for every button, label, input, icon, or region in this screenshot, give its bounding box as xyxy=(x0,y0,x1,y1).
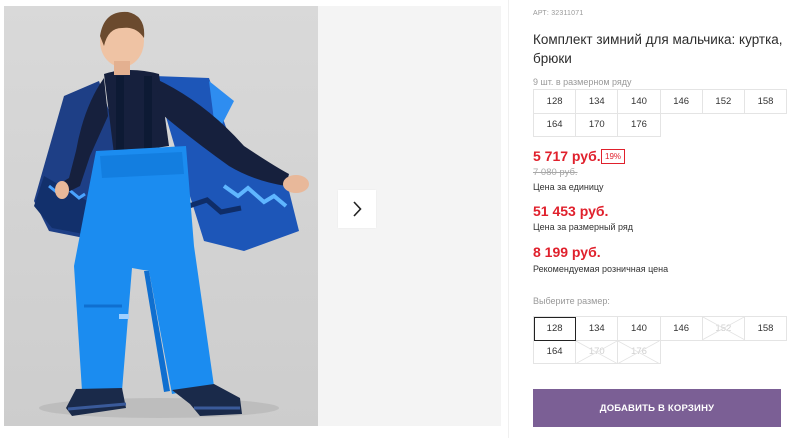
size-option-152: 152 xyxy=(702,317,745,341)
size-option-134[interactable]: 134 xyxy=(576,317,619,341)
product-photo xyxy=(4,6,318,426)
size-option-label: 140 xyxy=(631,322,647,334)
unavailable-cross-icon xyxy=(702,317,744,340)
row-price-label: Цена за размерный ряд xyxy=(533,222,634,232)
add-to-cart-button[interactable]: ДОБАВИТЬ В КОРЗИНУ xyxy=(533,389,781,427)
pack-size-cell: 158 xyxy=(744,90,788,114)
size-option-146[interactable]: 146 xyxy=(660,317,703,341)
panel-divider xyxy=(508,0,509,438)
size-option-140[interactable]: 140 xyxy=(618,317,661,341)
pack-size-cell: 170 xyxy=(576,113,619,137)
size-option-label: 164 xyxy=(546,346,563,358)
pack-note: 9 шт. в размерном ряду xyxy=(533,77,632,87)
boy-winter-suit-image xyxy=(34,11,309,418)
product-gallery xyxy=(4,6,501,426)
size-option-label: 134 xyxy=(588,322,605,334)
pack-size-cell: 176 xyxy=(618,113,661,137)
chevron-right-icon xyxy=(353,201,362,217)
size-option-label: 158 xyxy=(757,322,774,334)
product-title: Комплект зимний для мальчика: куртка, бр… xyxy=(533,32,783,66)
gallery-next-button[interactable] xyxy=(338,190,376,228)
old-price: 7 080 руб. xyxy=(533,167,578,178)
size-option-164[interactable]: 164 xyxy=(534,340,577,364)
size-option-158[interactable]: 158 xyxy=(744,317,788,341)
unit-price: 5 717 руб. xyxy=(533,148,601,164)
pack-size-cell: 152 xyxy=(702,90,745,114)
unit-price-label: Цена за единицу xyxy=(533,182,604,192)
pack-size-cell: 164 xyxy=(534,113,577,137)
pack-size-grid: 128 134 140 146 152 158 164 170 176 xyxy=(533,89,788,137)
size-option-128[interactable]: 128 xyxy=(534,317,577,341)
size-option-label: 128 xyxy=(546,322,563,334)
size-option-176: 176 xyxy=(618,340,661,364)
article-number: АРТ: 32311071 xyxy=(533,10,584,17)
size-selector-label: Выберите размер: xyxy=(533,296,610,306)
pack-size-cell: 146 xyxy=(660,90,703,114)
unavailable-cross-icon xyxy=(576,340,618,363)
row-price: 51 453 руб. xyxy=(533,203,609,219)
size-selector: 128 134 140 146 152 158 164 170176 xyxy=(533,316,788,364)
rrp-price-label: Рекомендуемая розничная цена xyxy=(533,264,669,274)
discount-badge: 19% xyxy=(601,149,626,164)
size-option-label: 146 xyxy=(673,322,690,334)
pack-size-cell: 134 xyxy=(576,90,619,114)
size-option-170: 170 xyxy=(576,340,619,364)
unavailable-cross-icon xyxy=(618,340,660,363)
rrp-price: 8 199 руб. xyxy=(533,244,601,260)
pack-size-cell: 140 xyxy=(618,90,661,114)
pack-size-cell: 128 xyxy=(534,90,577,114)
